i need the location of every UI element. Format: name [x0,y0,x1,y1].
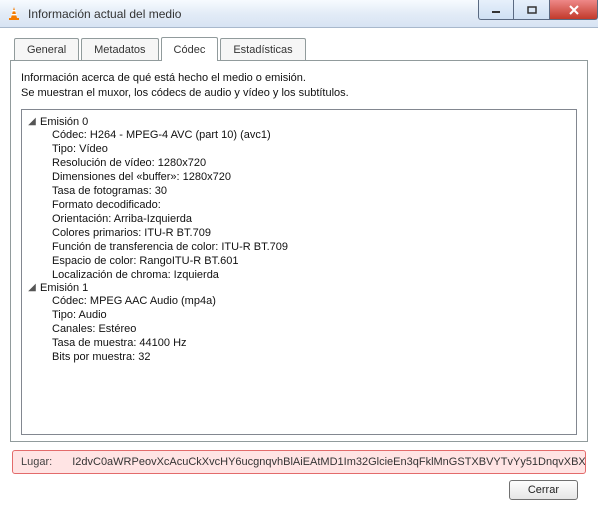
tree-item[interactable]: Tasa de fotogramas: 30 [52,184,572,198]
tree-item[interactable]: Dimensiones del «buffer»: 1280x720 [52,170,572,184]
window-title: Información actual del medio [28,7,181,21]
tree-item[interactable]: Función de transferencia de color: ITU-R… [52,240,572,254]
codec-panel: Información acerca de qué está hecho el … [10,60,588,442]
intro-line-2: Se muestran el muxor, los códecs de audi… [21,86,577,101]
titlebar: Información actual del medio [0,0,598,28]
tree-item[interactable]: Formato decodificado: [52,198,572,212]
maximize-button[interactable] [514,0,550,20]
tab-stats[interactable]: Estadísticas [220,38,305,60]
location-label: Lugar: [21,456,52,468]
tree-item[interactable]: Espacio de color: RangoITU-R BT.601 [52,254,572,268]
tree-item[interactable]: Localización de chroma: Izquierda [52,268,572,282]
tree-children-stream1: Códec: MPEG AAC Audio (mp4a) Tipo: Audio… [52,294,572,364]
tree-item[interactable]: Tipo: Vídeo [52,142,572,156]
tree-item[interactable]: Tipo: Audio [52,308,572,322]
collapse-icon[interactable]: ◢ [26,282,38,294]
tree-item[interactable]: Códec: H264 - MPEG-4 AVC (part 10) (avc1… [52,128,572,142]
intro-line-1: Información acerca de qué está hecho el … [21,71,577,86]
tree-item[interactable]: Resolución de vídeo: 1280x720 [52,156,572,170]
tab-bar: General Metadatos Códec Estadísticas [14,36,588,60]
window-controls [478,0,598,20]
tree-node-stream0[interactable]: ◢ Emisión 0 [26,116,572,128]
dialog-footer: Cerrar [10,474,588,500]
tab-metadata[interactable]: Metadatos [81,38,158,60]
tree-item[interactable]: Orientación: Arriba-Izquierda [52,212,572,226]
tree-node-label: Emisión 1 [40,282,88,294]
codec-tree[interactable]: ◢ Emisión 0 Códec: H264 - MPEG-4 AVC (pa… [21,109,577,435]
close-button[interactable]: Cerrar [509,480,578,500]
tree-node-label: Emisión 0 [40,116,88,128]
close-window-button[interactable] [550,0,598,20]
tree-item[interactable]: Bits por muestra: 32 [52,350,572,364]
tree-item[interactable]: Códec: MPEG AAC Audio (mp4a) [52,294,572,308]
tree-node-stream1[interactable]: ◢ Emisión 1 [26,282,572,294]
location-value[interactable]: I2dvC0aWRPeovXcAcuCkXvcHY6ucgnqvhBlAiEAt… [72,456,586,468]
minimize-button[interactable] [478,0,514,20]
app-icon [6,6,22,22]
tab-general[interactable]: General [14,38,79,60]
tab-codec[interactable]: Códec [161,37,219,61]
location-bar: Lugar: I2dvC0aWRPeovXcAcuCkXvcHY6ucgnqvh… [12,450,586,474]
panel-intro: Información acerca de qué está hecho el … [21,71,577,101]
tree-item[interactable]: Colores primarios: ITU-R BT.709 [52,226,572,240]
tree-item[interactable]: Canales: Estéreo [52,322,572,336]
tree-item[interactable]: Tasa de muestra: 44100 Hz [52,336,572,350]
tree-children-stream0: Códec: H264 - MPEG-4 AVC (part 10) (avc1… [52,128,572,282]
collapse-icon[interactable]: ◢ [26,116,38,128]
